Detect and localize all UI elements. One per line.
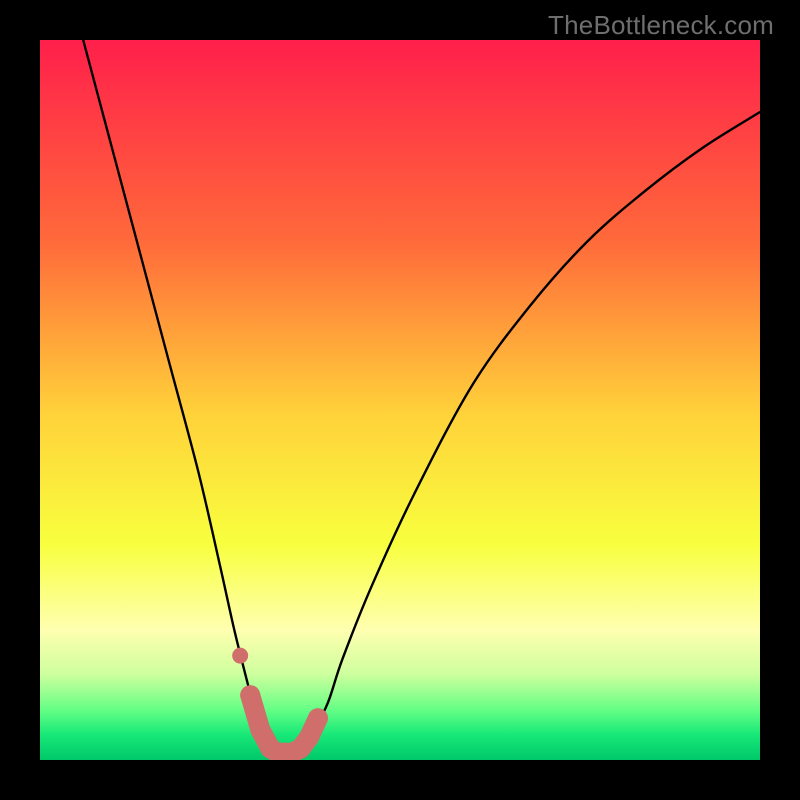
highlight-dot xyxy=(308,708,328,728)
plot-area xyxy=(40,40,760,760)
bottleneck-curve xyxy=(83,40,760,753)
highlight-dot xyxy=(299,727,319,747)
curve-layer xyxy=(40,40,760,760)
watermark-text: TheBottleneck.com xyxy=(548,10,774,41)
chart-frame: TheBottleneck.com xyxy=(0,0,800,800)
marker-group xyxy=(232,648,328,760)
highlight-dot xyxy=(250,720,270,740)
outlier-dot xyxy=(232,648,248,664)
highlight-dot xyxy=(240,685,260,705)
